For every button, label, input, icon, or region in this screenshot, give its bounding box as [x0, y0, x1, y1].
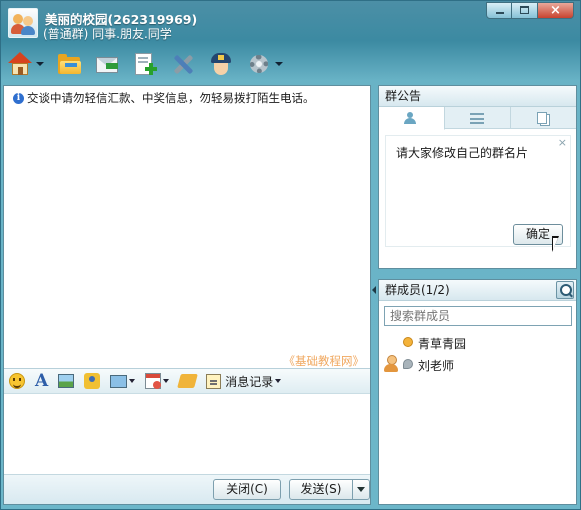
settings-button[interactable]: [246, 50, 283, 78]
group-avatar-icon[interactable]: [8, 8, 38, 38]
send-bar: 关闭(C) 发送(S): [4, 474, 370, 504]
maximize-icon: [520, 6, 529, 14]
notice-title: 群公告: [379, 86, 576, 107]
title-bar[interactable]: 美丽的校园(262319969) (普通群) 同事.朋友.同学 ×: [1, 1, 580, 45]
message-history[interactable]: i 交谈中请勿轻信汇款、中奖信息，勿轻易拨打陌生电话。 《基础教程网》: [4, 86, 370, 368]
send-image-button[interactable]: [58, 371, 75, 391]
shake-button[interactable]: [177, 371, 199, 391]
notice-close-icon[interactable]: ×: [558, 136, 567, 149]
message-record-icon: [206, 373, 222, 389]
search-icon[interactable]: [556, 281, 574, 299]
share-file-button[interactable]: [56, 50, 82, 78]
folder-icon: [56, 51, 82, 77]
chevron-down-icon: [275, 379, 282, 383]
notice-tabs: [379, 107, 576, 130]
collapse-sidebar-toggle[interactable]: [371, 281, 378, 301]
chat-window: 美丽的校园(262319969) (普通群) 同事.朋友.同学 × i 交谈中请…: [0, 0, 581, 510]
members-panel: 群成员(1/2) 青草青园 刘老师: [378, 279, 577, 505]
minimize-button[interactable]: [486, 2, 512, 19]
list-icon: [470, 113, 484, 124]
member-row[interactable]: 刘老师: [379, 354, 576, 374]
message-input[interactable]: [4, 394, 370, 474]
admin-icon: [384, 355, 398, 372]
home-button[interactable]: [7, 50, 44, 78]
close-icon: ×: [550, 3, 561, 18]
security-warning: i 交谈中请勿轻信汇款、中奖信息，勿轻易拨打陌生电话。: [13, 90, 315, 106]
online-status-icon: [403, 337, 413, 347]
emoji-button[interactable]: [9, 371, 25, 391]
smiley-icon: [9, 373, 25, 389]
copy-icon: [537, 112, 547, 124]
chevron-down-icon[interactable]: [275, 62, 283, 66]
members-header: 群成员(1/2): [379, 280, 576, 301]
main-toolbar: [7, 49, 295, 79]
notice-text: 请大家修改自己的群名片: [396, 146, 529, 160]
close-button[interactable]: 关闭(C): [213, 479, 281, 500]
send-button[interactable]: 发送(S): [289, 479, 353, 500]
member-name: 青草青园: [418, 337, 467, 351]
window-controls: ×: [486, 2, 574, 19]
font-button[interactable]: A: [35, 371, 48, 391]
member-name: 刘老师: [418, 359, 455, 373]
screenshot-icon: [110, 374, 128, 388]
member-row[interactable]: 青草青园: [379, 332, 576, 352]
tools-button[interactable]: [170, 50, 196, 78]
members-title: 群成员(1/2): [379, 280, 576, 301]
screenshot-button[interactable]: [110, 371, 136, 391]
magic-pic-button[interactable]: [84, 371, 101, 391]
notice-panel: 群公告 请大家修改自己的群名片 × 确定: [378, 85, 577, 269]
tab-list[interactable]: [445, 107, 511, 128]
mouse-cursor-icon: [552, 236, 566, 256]
chevron-down-icon[interactable]: [129, 379, 136, 383]
tab-member-card[interactable]: [379, 107, 445, 130]
info-icon: i: [13, 92, 24, 104]
font-icon: A: [35, 371, 49, 391]
home-icon: [7, 51, 33, 77]
gear-icon: [246, 51, 272, 77]
image-icon: [58, 374, 75, 388]
chevron-down-icon: [357, 487, 365, 492]
chevron-down-icon[interactable]: [36, 62, 44, 66]
close-window-button[interactable]: ×: [538, 2, 574, 19]
shake-icon: [177, 374, 199, 388]
police-icon: [208, 51, 234, 77]
format-toolbar: A 消息记录: [4, 368, 370, 394]
maximize-button[interactable]: [512, 2, 538, 19]
police-button[interactable]: [208, 50, 234, 78]
watermark: 《基础教程网》: [283, 354, 365, 368]
chat-panel: i 交谈中请勿轻信汇款、中奖信息，勿轻易拨打陌生电话。 《基础教程网》 A 消息…: [3, 85, 371, 505]
calendar-icon: [145, 373, 162, 389]
send-options-button[interactable]: [352, 479, 370, 500]
offline-status-icon: [403, 359, 413, 369]
add-document-icon: [132, 51, 158, 77]
tools-icon: [170, 51, 196, 77]
magic-picture-icon: [84, 373, 101, 389]
member-search-input[interactable]: [384, 306, 572, 326]
chevron-down-icon[interactable]: [163, 379, 170, 383]
group-subtitle: (普通群) 同事.朋友.同学: [43, 27, 172, 41]
security-warning-text: 交谈中请勿轻信汇款、中奖信息，勿轻易拨打陌生电话。: [27, 91, 315, 105]
send-mail-button[interactable]: [94, 50, 120, 78]
calendar-button[interactable]: [145, 371, 170, 391]
user-icon: [404, 112, 416, 124]
message-record-button[interactable]: 消息记录: [206, 371, 282, 391]
create-button[interactable]: [132, 50, 158, 78]
message-record-label: 消息记录: [225, 374, 274, 389]
tab-copy[interactable]: [511, 107, 576, 128]
mail-icon: [94, 51, 120, 77]
minimize-icon: [496, 12, 504, 14]
chevron-left-icon: [372, 286, 376, 294]
